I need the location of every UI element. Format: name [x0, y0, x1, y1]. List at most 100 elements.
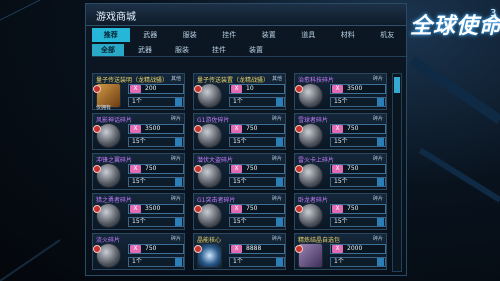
item-tag: 其他 — [271, 76, 282, 82]
price-value: 750 — [347, 165, 359, 172]
scrollbar[interactable] — [392, 73, 402, 272]
item-card[interactable]: G1突击者碎片 碎片 X 750 15个 — [193, 193, 286, 230]
tab-1[interactable]: 武器 — [132, 28, 170, 42]
dropdown-arrow-icon[interactable] — [175, 138, 182, 146]
price-field: X 750 — [229, 164, 285, 174]
tab-5[interactable]: 道具 — [290, 28, 328, 42]
quantity-value: 15个 — [334, 178, 348, 185]
item-name: 治愈科技碎片 — [298, 77, 335, 84]
dropdown-arrow-icon[interactable] — [377, 138, 384, 146]
quantity-select[interactable]: 15个 — [128, 137, 184, 147]
quantity-value: 15个 — [132, 218, 146, 225]
currency-icon: X — [130, 85, 141, 93]
tab-3[interactable]: 挂件 — [211, 28, 249, 42]
currency-icon: X — [130, 245, 141, 253]
shop-title: 游戏商城 — [96, 12, 136, 23]
quantity-select[interactable]: 1个 — [229, 257, 285, 267]
price-field: X 2000 — [330, 244, 386, 254]
currency-icon: X — [332, 165, 343, 173]
quantity-value: 1个 — [233, 258, 243, 265]
price-value: 10 — [246, 85, 254, 92]
price-field: X 3500 — [330, 84, 386, 94]
quantity-select[interactable]: 15个 — [330, 177, 386, 187]
lock-icon — [295, 85, 303, 93]
quantity-value: 1个 — [233, 98, 243, 105]
item-card[interactable]: 晶能核心 碎片 X 8888 1个 — [193, 233, 286, 270]
dropdown-arrow-icon[interactable] — [276, 258, 283, 266]
lock-icon — [194, 205, 202, 213]
quantity-select[interactable]: 1个 — [128, 97, 184, 107]
dropdown-arrow-icon[interactable] — [276, 178, 283, 186]
item-card[interactable]: 卧龙者碎片 碎片 X 750 15个 — [294, 193, 387, 230]
tab-2[interactable]: 服装 — [171, 28, 209, 42]
item-card[interactable]: 量子传送装明（龙精战骚） 其他 仅拥有 X 200 1个 — [92, 73, 185, 111]
price-value: 3500 — [145, 205, 161, 212]
item-card[interactable]: 猎之勇者碎片 碎片 X 3500 15个 — [92, 193, 185, 230]
item-card[interactable]: 精炼结晶自选包 碎片 X 2000 1个 — [294, 233, 387, 270]
quantity-value: 15个 — [233, 138, 247, 145]
currency-icon: X — [231, 85, 242, 93]
item-card[interactable]: 流火碎片 碎片 X 750 1个 — [92, 233, 185, 270]
quantity-select[interactable]: 15个 — [330, 137, 386, 147]
dropdown-arrow-icon[interactable] — [175, 98, 182, 106]
dropdown-arrow-icon[interactable] — [175, 258, 182, 266]
dropdown-arrow-icon[interactable] — [377, 218, 384, 226]
scrollbar-thumb[interactable] — [394, 77, 400, 93]
quantity-value: 1个 — [334, 258, 344, 265]
item-tag: 碎片 — [372, 156, 383, 162]
quantity-select[interactable]: 15个 — [229, 217, 285, 227]
item-card[interactable]: 雪球者碎片 碎片 X 750 15个 — [294, 113, 387, 150]
quantity-value: 1个 — [132, 98, 142, 105]
quantity-select[interactable]: 1个 — [229, 97, 285, 107]
quantity-select[interactable]: 15个 — [229, 177, 285, 187]
quantity-value: 15个 — [233, 178, 247, 185]
dropdown-arrow-icon[interactable] — [175, 218, 182, 226]
item-note: 仅拥有 — [96, 105, 112, 111]
price-value: 200 — [145, 85, 157, 92]
shop-title-bar: 游戏商城 — [86, 4, 406, 26]
quantity-select[interactable]: 15个 — [330, 97, 386, 107]
quantity-select[interactable]: 15个 — [128, 217, 184, 227]
lock-icon — [194, 165, 202, 173]
price-field: X 750 — [330, 164, 386, 174]
quantity-select[interactable]: 1个 — [330, 257, 386, 267]
subtab-4[interactable]: 装置 — [240, 44, 272, 56]
price-field: X 3500 — [128, 124, 184, 134]
item-card[interactable]: 量子传送装置（龙精战骚） 其他 X 10 1个 — [193, 73, 286, 110]
item-card[interactable]: G1游佐碎片 碎片 X 750 15个 — [193, 113, 286, 150]
quantity-select[interactable]: 1个 — [128, 257, 184, 267]
dropdown-arrow-icon[interactable] — [276, 98, 283, 106]
dropdown-arrow-icon[interactable] — [377, 98, 384, 106]
subtab-3[interactable]: 挂件 — [203, 44, 235, 56]
item-card[interactable]: 治愈科技碎片 碎片 X 3500 15个 — [294, 73, 387, 110]
currency-icon: X — [231, 205, 242, 213]
quantity-select[interactable]: 15个 — [128, 177, 184, 187]
tab-7[interactable]: 机友 — [369, 28, 407, 42]
quantity-value: 15个 — [233, 218, 247, 225]
lock-icon — [93, 165, 101, 173]
item-name: 冲锋之翼碎片 — [96, 157, 133, 164]
dropdown-arrow-icon[interactable] — [377, 258, 384, 266]
tab-4[interactable]: 装置 — [250, 28, 288, 42]
tab-0[interactable]: 推荐 — [92, 28, 130, 42]
item-card[interactable]: 冲锋之翼碎片 碎片 X 750 15个 — [92, 153, 185, 190]
currency-icon: X — [231, 125, 242, 133]
dropdown-arrow-icon[interactable] — [175, 178, 182, 186]
quantity-select[interactable]: 15个 — [229, 137, 285, 147]
item-card[interactable]: 风影神话碎片 碎片 X 3500 15个 — [92, 113, 185, 150]
item-card[interactable]: 雷火卡上碎片 碎片 X 750 15个 — [294, 153, 387, 190]
price-value: 750 — [347, 125, 359, 132]
quantity-select[interactable]: 15个 — [330, 217, 386, 227]
dropdown-arrow-icon[interactable] — [276, 138, 283, 146]
dropdown-arrow-icon[interactable] — [276, 218, 283, 226]
subtab-0[interactable]: 全部 — [92, 44, 124, 56]
lock-icon — [295, 125, 303, 133]
lock-icon — [93, 85, 101, 93]
dropdown-arrow-icon[interactable] — [377, 178, 384, 186]
quantity-value: 15个 — [334, 218, 348, 225]
tab-6[interactable]: 材料 — [329, 28, 367, 42]
item-card[interactable]: 潜伏大盗碎片 碎片 X 750 15个 — [193, 153, 286, 190]
currency-icon: X — [231, 165, 242, 173]
subtab-1[interactable]: 武器 — [129, 44, 161, 56]
subtab-2[interactable]: 服装 — [166, 44, 198, 56]
